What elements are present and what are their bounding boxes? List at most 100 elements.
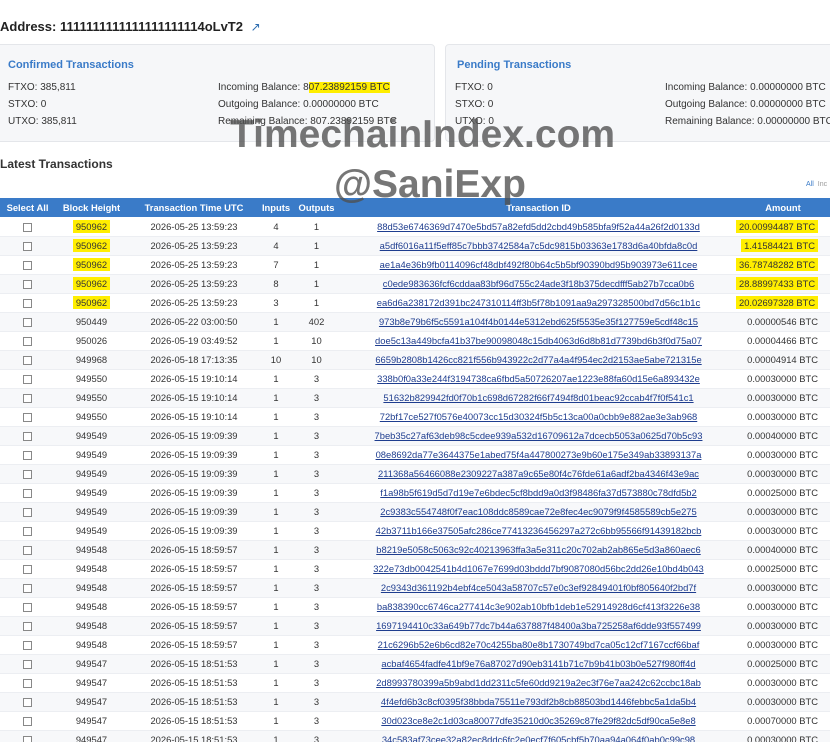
row-checkbox[interactable] [0,255,55,275]
tx-time-header[interactable]: Transaction Time UTC [128,198,260,217]
row-checkbox[interactable] [0,654,55,674]
row-checkbox[interactable] [0,236,55,256]
checkbox[interactable] [23,508,32,517]
inputs-cell: 1 [260,616,292,636]
checkbox[interactable] [23,717,32,726]
row-checkbox[interactable] [0,730,55,742]
checkbox[interactable] [23,261,32,270]
txid-link[interactable]: 51632b829942fd0f70b1c698d67282f66f7494f8… [341,388,736,408]
row-checkbox[interactable] [0,578,55,598]
checkbox[interactable] [23,299,32,308]
inputs-header[interactable]: Inputs [260,198,292,217]
txid-link[interactable]: 2d8993780399a5b9abd1dd2311c5fe60dd9219a2… [341,673,736,693]
txid-link[interactable]: 211368a56466088e2309227a387a9c65e80f4c76… [341,464,736,484]
txid-link[interactable]: 338b0f0a33e244f3194738ca6fbd5a50726207ae… [341,369,736,389]
txid-link[interactable]: 34c583af73cee32a82ec8ddc6fc2e0ecf7f605cb… [341,730,736,742]
checkbox[interactable] [23,318,32,327]
txid-link[interactable]: 30d023ce8e2c1d03ca80077dfe35210d0c35269c… [341,711,736,731]
txid-link[interactable]: 322e73db0042541b4d1067e7699d03bddd7bf908… [341,559,736,579]
external-link-icon[interactable]: ↗ [251,20,261,34]
checkbox[interactable] [23,413,32,422]
row-checkbox[interactable] [0,597,55,617]
checkbox[interactable] [23,356,32,365]
checkbox[interactable] [23,622,32,631]
row-checkbox[interactable] [0,635,55,655]
block-height-header[interactable]: Block Height [55,198,128,217]
checkbox[interactable] [23,660,32,669]
checkbox[interactable] [23,242,32,251]
row-checkbox[interactable] [0,407,55,427]
row-checkbox[interactable] [0,369,55,389]
row-checkbox[interactable] [0,692,55,712]
row-checkbox[interactable] [0,331,55,351]
row-checkbox[interactable] [0,559,55,579]
row-checkbox[interactable] [0,540,55,560]
row-checkbox[interactable] [0,616,55,636]
txid-link[interactable]: 88d53e6746369d7470e5bd57a82efd5dd2cbd49b… [341,217,736,237]
checkbox[interactable] [23,489,32,498]
txid-link[interactable]: ae1a4e36b9fb0114096cf48dbf492f80b64c5b5b… [341,255,736,275]
txid-link[interactable]: b8219e5058c5063c92c40213963ffa3a5e311c20… [341,540,736,560]
txid-link[interactable]: acbaf4654fadfe41bf9e76a87027d90eb3141b71… [341,654,736,674]
row-checkbox[interactable] [0,388,55,408]
checkbox[interactable] [23,603,32,612]
txid-link[interactable]: 7beb35c27af63deb98c5cdee939a532d16709612… [341,426,736,446]
checkbox[interactable] [23,451,32,460]
checkbox[interactable] [23,641,32,650]
row-checkbox[interactable] [0,293,55,313]
row-checkbox[interactable] [0,502,55,522]
confirmed-outgoing: Outgoing Balance: 0.00000000 BTC [218,99,379,110]
filter-all-link[interactable]: All [806,181,814,188]
txid-link[interactable]: 1697194410c33a649b77dc7b44a637887f48400a… [341,616,736,636]
row-checkbox[interactable] [0,445,55,465]
row-checkbox[interactable] [0,217,55,237]
checkbox[interactable] [23,565,32,574]
txid-link[interactable]: ba838390cc6746ca277414c3e902ab10bfb1deb1… [341,597,736,617]
txid-link[interactable]: doe5c13a449bcfa41b37be90098048c15db4063d… [341,331,736,351]
block-height-cell: 949548 [55,635,128,655]
txid-link[interactable]: f1a98b5f619d5d7d19e7e6bdec5cf8bdd9a0d3f9… [341,483,736,503]
checkbox[interactable] [23,679,32,688]
row-checkbox[interactable] [0,464,55,484]
checkbox[interactable] [23,280,32,289]
txid-link[interactable]: 2c9343d361192b4ebf4ce5043a58707c57e0c3ef… [341,578,736,598]
select-all-header[interactable]: Select All [0,198,55,217]
inputs-cell: 1 [260,559,292,579]
checkbox[interactable] [23,736,32,742]
txid-link[interactable]: a5df6016a11f5eff85c7bbb3742584a7c5dc9815… [341,236,736,256]
tx-time-cell: 2026-05-18 17:13:35 [128,350,260,370]
row-checkbox[interactable] [0,312,55,332]
filter-inc-link[interactable]: Inc [818,181,827,188]
row-checkbox[interactable] [0,274,55,294]
checkbox[interactable] [23,394,32,403]
checkbox[interactable] [23,222,32,232]
checkbox[interactable] [23,698,32,707]
txid-link[interactable]: 08e8692da77e3644375e1abed75f4a447800273e… [341,445,736,465]
txid-link[interactable]: 2c9383c554748f0f7eac108ddc8589cae72e8fec… [341,502,736,522]
row-checkbox[interactable] [0,711,55,731]
txid-link[interactable]: 42b3711b166e37505afc286ce77413236456297a… [341,521,736,541]
txid-link[interactable]: 21c6296b52e6b6cd82e70c4255ba80e8b1730749… [341,635,736,655]
row-checkbox[interactable] [0,426,55,446]
checkbox[interactable] [23,432,32,441]
checkbox[interactable] [23,337,32,346]
checkbox[interactable] [23,527,32,536]
row-checkbox[interactable] [0,483,55,503]
txid-link[interactable]: c0ede983636fcf6cddaa83bf96d755c24ade3f18… [341,274,736,294]
inputs-cell-text: 4 [273,220,279,232]
txid-link[interactable]: 6659b2808b1426cc821f556b943922c2d77a4a4f… [341,350,736,370]
amount-header[interactable]: Amount [736,198,830,217]
row-checkbox[interactable] [0,350,55,370]
checkbox[interactable] [23,470,32,479]
row-checkbox[interactable] [0,673,55,693]
txid-link[interactable]: 4f4efd6b3c8cf0395f38bbda75511e793df2b8cb… [341,692,736,712]
txid-link[interactable]: 72bf17ce527f0576e40073cc15d30324f5b5c13c… [341,407,736,427]
checkbox[interactable] [23,546,32,555]
checkbox[interactable] [23,375,32,384]
row-checkbox[interactable] [0,521,55,541]
txid-link[interactable]: ea6d6a238172d391bc247310114ff3b5f78b1091… [341,293,736,313]
block-height-cell-text: 949550 [75,411,108,422]
checkbox[interactable] [23,584,32,593]
txid-link[interactable]: 973b8e79b6f5c5591a104f4b0144e5312ebd625f… [341,312,736,332]
address-value[interactable]: 1111111111111111111114oLvT2 [60,19,243,34]
